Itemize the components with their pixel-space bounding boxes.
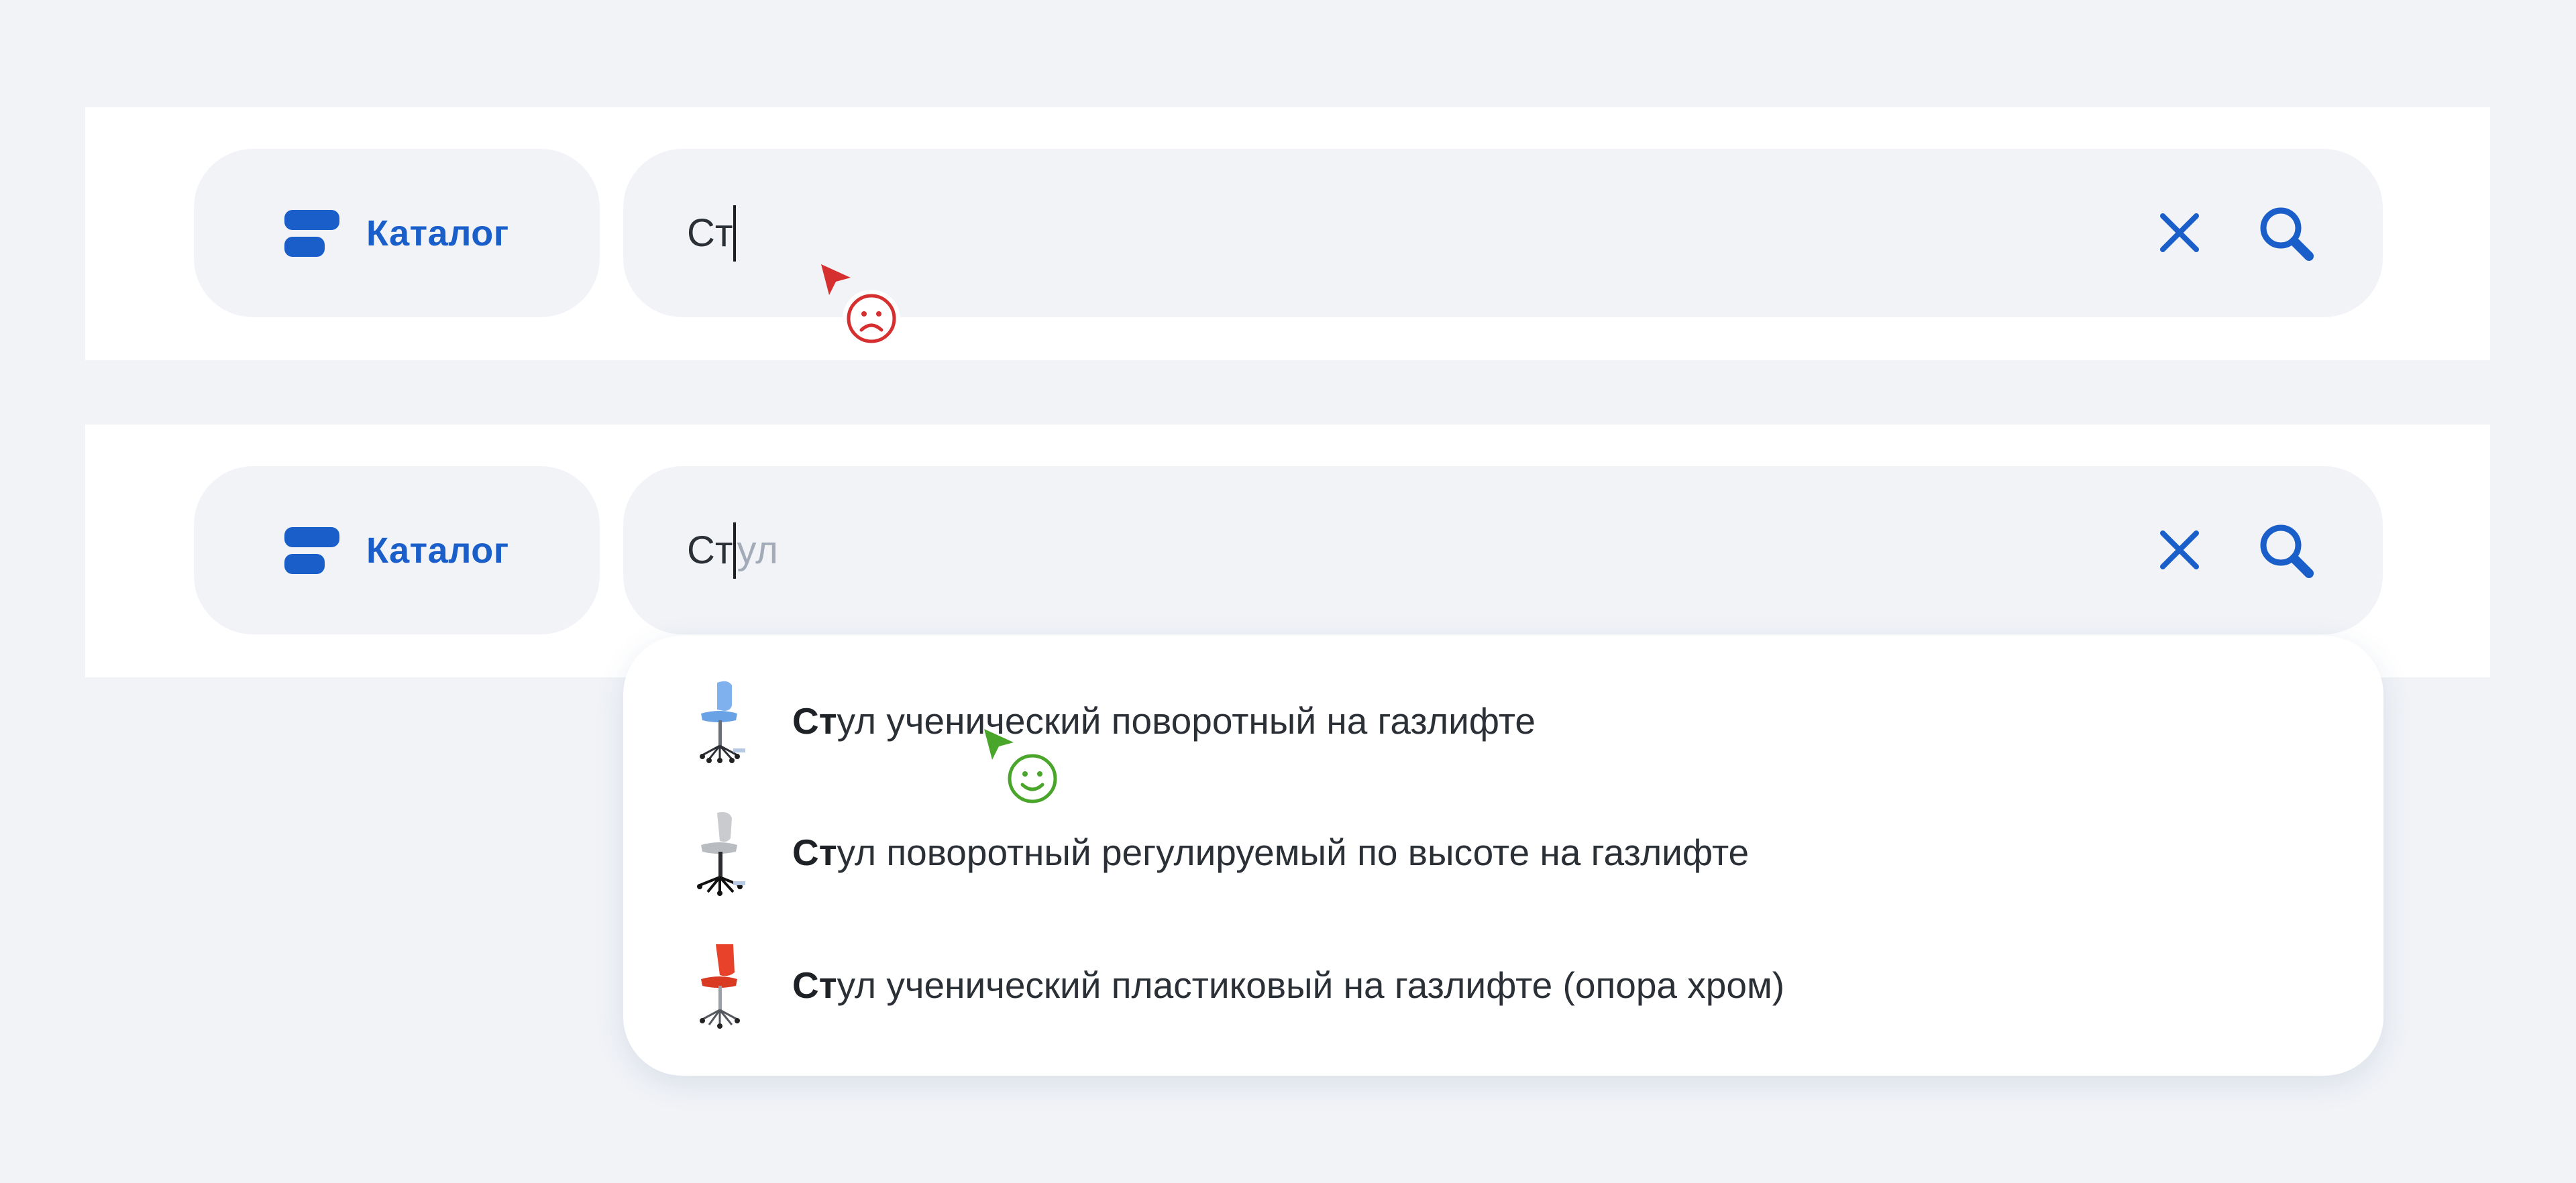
search-icon[interactable] (2257, 521, 2316, 580)
text-caret (733, 522, 737, 579)
rest-text: ул ученический поворотный на газлифте (837, 700, 1536, 742)
typed-text: Ст (687, 528, 733, 572)
rest-text: ул поворотный регулируемый по высоте на … (837, 832, 1750, 873)
catalog-label: Каталог (366, 213, 509, 253)
search-query: Ст ул (687, 466, 778, 634)
text-caret (733, 205, 737, 262)
grey-chair-icon (697, 812, 745, 896)
suggestion-text: Стул ученический поворотный на газлифте (792, 699, 1536, 742)
typed-text: Ст (687, 211, 733, 255)
catalog-button[interactable]: Каталог (194, 149, 600, 317)
search-header-without-autocomplete: Каталог Ст (85, 107, 2490, 360)
search-query: Ст (687, 149, 737, 317)
catalog-button[interactable]: Каталог (194, 466, 600, 634)
matched-text: Ст (792, 700, 837, 742)
blue-chair-icon (700, 681, 745, 763)
close-icon[interactable] (2157, 211, 2202, 255)
rest-text: ул ученический пластиковый на газлифте (… (837, 964, 1785, 1006)
frowning-face-icon (843, 290, 900, 347)
suggestion-text: Стул поворотный регулируемый по высоте н… (792, 831, 1749, 874)
close-icon[interactable] (2157, 528, 2202, 572)
search-input[interactable]: Ст ул (623, 466, 2383, 634)
red-chair-icon (700, 944, 740, 1029)
suggestion-item[interactable]: Стул ученический поворотный на газлифте (623, 636, 2383, 763)
inline-suggestion: ул (737, 528, 779, 572)
search-icon[interactable] (2257, 204, 2316, 263)
catalog-icon (284, 526, 339, 574)
suggestion-item[interactable]: Стул поворотный регулируемый по высоте н… (623, 767, 2383, 896)
smiling-face-icon (1004, 750, 1061, 807)
catalog-icon (284, 209, 339, 257)
matched-text: Ст (792, 832, 837, 873)
catalog-label: Каталог (366, 530, 509, 571)
matched-text: Ст (792, 964, 837, 1006)
suggestion-text: Стул ученический пластиковый на газлифте… (792, 964, 1784, 1007)
suggestion-item[interactable]: Стул ученический пластиковый на газлифте… (623, 900, 2383, 1029)
autocomplete-dropdown: Стул ученический поворотный на газлифте … (623, 636, 2383, 1076)
